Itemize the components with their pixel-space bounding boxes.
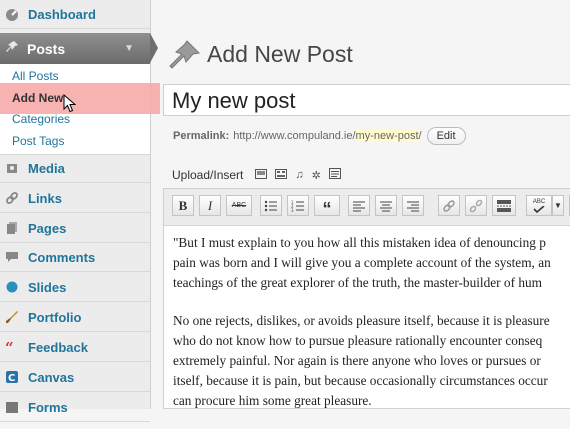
menu-canvas-label: Canvas xyxy=(28,369,75,385)
menu-portfolio[interactable]: Portfolio xyxy=(0,303,150,332)
unlink-button[interactable] xyxy=(465,195,487,216)
align-center-icon xyxy=(380,201,392,211)
pushpin-icon xyxy=(5,40,19,57)
menu-links-label: Links xyxy=(28,190,62,206)
submenu-all-posts[interactable]: All Posts xyxy=(12,69,59,83)
content-line: teachings of the great explorer of the t… xyxy=(173,275,542,290)
insert-link-button[interactable] xyxy=(438,195,460,216)
menu-feedback[interactable]: “ Feedback xyxy=(0,333,150,362)
svg-text:“: “ xyxy=(5,340,14,354)
pages-icon xyxy=(5,221,19,235)
page-title: Add New Post xyxy=(207,41,353,67)
permalink-label: Permalink: xyxy=(173,130,230,142)
media-doc-icon[interactable] xyxy=(328,168,341,182)
content-line: can procure him some great pleasure. xyxy=(173,393,372,408)
post-content[interactable]: "But I must explain to you how all this … xyxy=(173,233,570,429)
audio-icon[interactable]: ♫ xyxy=(295,169,303,181)
menu-pages-label: Pages xyxy=(28,220,67,236)
menu-dashboard-label: Dashboard xyxy=(28,6,96,22)
slides-icon xyxy=(5,280,19,294)
svg-text:C: C xyxy=(8,373,15,384)
align-right-icon xyxy=(407,201,419,211)
dashboard-icon xyxy=(5,7,19,21)
quote-icon: “ xyxy=(5,339,19,357)
editor-toolbar: B I ABC 123 “ ABC ▼ xyxy=(164,189,570,226)
spellcheck-label: ABC xyxy=(532,198,546,205)
spellcheck-dropdown[interactable]: ▼ xyxy=(552,195,564,216)
menu-forms-label: Forms xyxy=(28,399,68,415)
permalink-slug[interactable]: my-new-post xyxy=(355,130,419,142)
bullet-list-button[interactable] xyxy=(260,195,282,216)
menu-posts[interactable]: Posts ▼ xyxy=(0,33,158,64)
submenu-post-tags[interactable]: Post Tags xyxy=(12,134,64,148)
menu-posts-label: Posts xyxy=(27,40,66,57)
italic-button[interactable]: I xyxy=(199,195,221,216)
forms-icon xyxy=(5,400,19,414)
media-gear-icon[interactable]: ✲ xyxy=(312,169,321,182)
upload-insert: Upload/Insert ♫ ✲ xyxy=(172,168,341,182)
link-icon xyxy=(5,191,19,205)
content-paragraph: No one rejects, dislikes, or avoids plea… xyxy=(173,311,570,411)
menu-pages[interactable]: Pages xyxy=(0,214,150,243)
content-line: extremely painful. Nor again is there an… xyxy=(173,353,541,368)
link-icon xyxy=(443,199,455,212)
permalink-row: Permalink: http://www.compuland.ie/my-ne… xyxy=(173,127,466,145)
image-icon[interactable] xyxy=(255,168,268,182)
numbered-list-icon: 123 xyxy=(291,200,304,212)
content-line: "But I must explain to you how all this … xyxy=(173,235,546,250)
submenu-add-new[interactable]: Add New xyxy=(12,91,63,105)
align-left-button[interactable] xyxy=(348,195,370,216)
svg-text:3: 3 xyxy=(291,208,294,212)
menu-comments[interactable]: Comments xyxy=(0,243,150,272)
permalink-base: http://www.compuland.ie/ xyxy=(233,130,356,142)
content-line: who do not know how to pursue pleasure r… xyxy=(173,333,543,348)
content-line: itself, because it is pain, but because … xyxy=(173,373,548,388)
permalink-end: / xyxy=(418,130,422,142)
more-tag-icon xyxy=(497,199,511,212)
menu-portfolio-label: Portfolio xyxy=(28,309,82,325)
bold-button[interactable]: B xyxy=(172,195,194,216)
submenu-categories[interactable]: Categories xyxy=(12,112,70,126)
menu-media-label: Media xyxy=(28,160,65,176)
checkmark-icon xyxy=(533,205,545,213)
menu-canvas[interactable]: C Canvas xyxy=(0,363,150,392)
spellcheck-button[interactable]: ABC xyxy=(526,195,552,216)
content-line: No one rejects, dislikes, or avoids plea… xyxy=(173,313,550,328)
strikethrough-button[interactable]: ABC xyxy=(226,195,252,216)
numbered-list-button[interactable]: 123 xyxy=(287,195,309,216)
menu-feedback-label: Feedback xyxy=(28,339,88,355)
align-right-button[interactable] xyxy=(402,195,424,216)
edit-permalink-button[interactable]: Edit xyxy=(426,127,466,145)
align-left-icon xyxy=(353,201,365,211)
unlink-icon xyxy=(469,199,483,212)
admin-sidebar: Dashboard Posts ▼ All Posts Categories P… xyxy=(0,0,158,422)
upload-insert-label: Upload/Insert xyxy=(172,168,244,182)
chevron-down-icon[interactable]: ▼ xyxy=(124,43,134,54)
mouse-cursor-icon xyxy=(63,93,77,119)
canvas-icon: C xyxy=(5,370,19,384)
menu-media[interactable]: Media xyxy=(0,154,150,183)
comments-icon xyxy=(5,250,19,264)
menu-links[interactable]: Links xyxy=(0,184,150,213)
video-icon[interactable] xyxy=(275,168,288,182)
menu-dashboard[interactable]: Dashboard xyxy=(0,0,150,29)
menu-slides[interactable]: Slides xyxy=(0,273,150,302)
post-title-input[interactable]: My new post xyxy=(163,84,570,116)
more-tag-button[interactable] xyxy=(492,195,516,216)
menu-comments-label: Comments xyxy=(28,249,96,265)
content-paragraph: "But I must explain to you how all this … xyxy=(173,233,570,293)
menu-forms[interactable]: Forms xyxy=(0,393,150,422)
blockquote-button[interactable]: “ xyxy=(314,195,340,219)
align-center-button[interactable] xyxy=(375,195,397,216)
pushpin-icon xyxy=(167,39,201,76)
brush-icon xyxy=(5,310,19,324)
menu-slides-label: Slides xyxy=(28,279,67,295)
media-icon xyxy=(5,161,19,175)
bullet-list-icon xyxy=(264,200,277,211)
content-line: pain was born and I will give you a comp… xyxy=(173,255,551,270)
